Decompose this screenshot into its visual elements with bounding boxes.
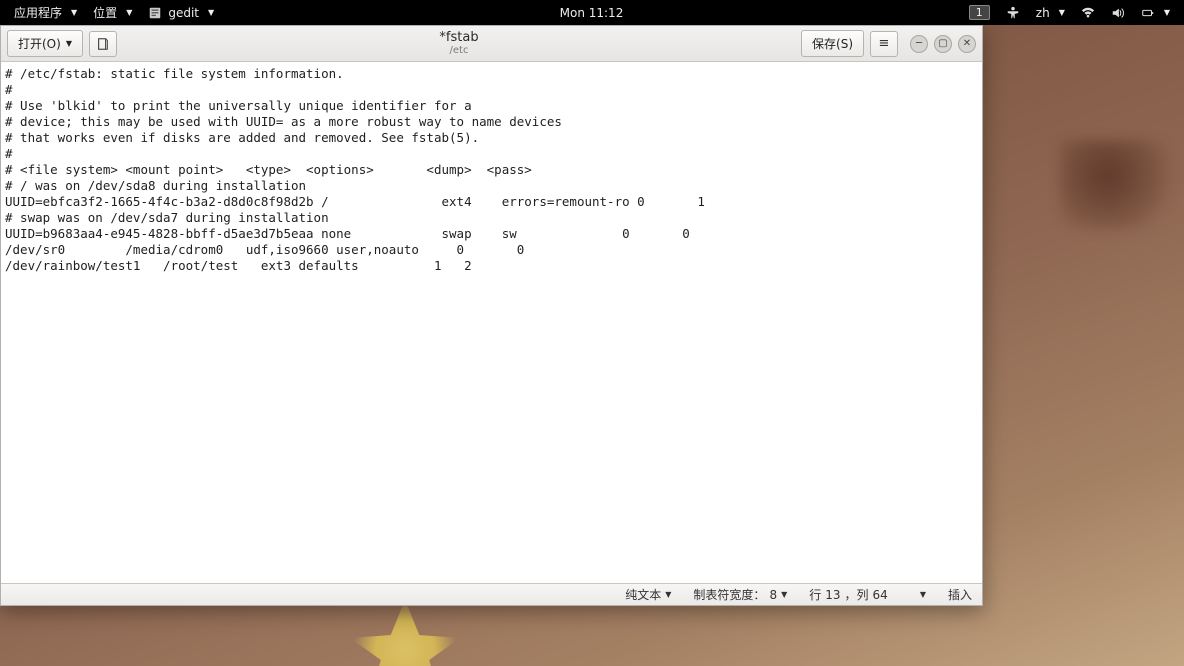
new-document-icon <box>96 37 110 51</box>
applications-label: 应用程序 <box>14 4 62 21</box>
open-button[interactable]: 打开(O) ▼ <box>7 30 83 57</box>
close-button[interactable]: ✕ <box>958 35 976 53</box>
active-app-menu[interactable]: gedit ▼ <box>140 6 222 20</box>
speaker-icon <box>1111 6 1125 20</box>
gedit-app-icon <box>148 6 162 20</box>
window-title: *fstab /etc <box>123 31 795 56</box>
document-title: *fstab <box>123 31 795 45</box>
minimize-button[interactable]: ─ <box>910 35 928 53</box>
tab-width-value: 8 <box>769 588 777 602</box>
status-bar: 纯文本 ▼ 制表符宽度： 8 ▼ 行 13 ，列 64 ▼ 插入 <box>1 583 982 605</box>
places-label: 位置 <box>93 4 117 21</box>
clock-text: Mon 11:12 <box>560 6 624 20</box>
a11y-icon <box>1006 6 1020 20</box>
gnome-top-bar: 应用程序 ▼ 位置 ▼ gedit ▼ Mon 11:12 1 zh ▼ ▼ <box>0 0 1184 25</box>
chevron-down-icon: ▼ <box>920 590 926 599</box>
chevron-down-icon: ▼ <box>208 8 214 17</box>
syntax-mode-selector[interactable]: 纯文本 ▼ <box>625 586 671 603</box>
insert-mode[interactable]: 插入 <box>948 586 972 603</box>
close-icon: ✕ <box>963 38 971 49</box>
input-method-label: zh <box>1036 6 1050 20</box>
cursor-position[interactable]: 行 13 ，列 64 ▼ <box>809 586 926 603</box>
network-icon[interactable] <box>1073 6 1103 20</box>
chevron-down-icon: ▼ <box>1059 8 1065 17</box>
line-number: 13 <box>825 588 840 602</box>
wifi-icon <box>1081 6 1095 20</box>
workspace-number: 1 <box>969 5 990 20</box>
battery-outline-icon <box>1141 6 1155 20</box>
hamburger-icon: ≡ <box>879 36 890 51</box>
document-path: /etc <box>123 45 795 56</box>
save-label: 保存(S) <box>812 35 853 52</box>
tab-width-selector[interactable]: 制表符宽度： 8 ▼ <box>693 586 787 603</box>
battery-icon[interactable]: ▼ <box>1133 6 1178 20</box>
accessibility-icon[interactable] <box>998 6 1028 20</box>
tab-width-label: 制表符宽度： <box>693 586 765 603</box>
syntax-mode-label: 纯文本 <box>625 586 661 603</box>
maximize-button[interactable]: ▢ <box>934 35 952 53</box>
open-label: 打开(O) <box>18 35 61 52</box>
chevron-down-icon: ▼ <box>665 590 671 599</box>
places-menu[interactable]: 位置 ▼ <box>85 4 140 21</box>
hamburger-menu-button[interactable]: ≡ <box>870 31 898 57</box>
clock[interactable]: Mon 11:12 <box>552 6 632 20</box>
input-method-menu[interactable]: zh ▼ <box>1028 6 1073 20</box>
volume-icon[interactable] <box>1103 6 1133 20</box>
chevron-down-icon: ▼ <box>1164 8 1170 17</box>
active-app-label: gedit <box>168 6 199 20</box>
gedit-headerbar: 打开(O) ▼ *fstab /etc 保存(S) ≡ ─ ▢ ✕ <box>1 26 982 62</box>
maximize-icon: ▢ <box>938 38 947 49</box>
chevron-down-icon: ▼ <box>126 8 132 17</box>
gedit-window: 打开(O) ▼ *fstab /etc 保存(S) ≡ ─ ▢ ✕ # /etc… <box>0 25 983 606</box>
chevron-down-icon: ▼ <box>781 590 787 599</box>
line-prefix: 行 <box>809 586 821 603</box>
window-controls: ─ ▢ ✕ <box>910 35 976 53</box>
minimize-icon: ─ <box>916 38 922 49</box>
col-number: 64 <box>873 588 888 602</box>
new-tab-button[interactable] <box>89 31 117 57</box>
save-button[interactable]: 保存(S) <box>801 30 864 57</box>
workspace-indicator[interactable]: 1 <box>961 5 998 20</box>
chevron-down-icon: ▼ <box>71 8 77 17</box>
col-prefix: ，列 <box>845 586 869 603</box>
chevron-down-icon: ▼ <box>66 39 72 48</box>
applications-menu[interactable]: 应用程序 ▼ <box>6 4 85 21</box>
editor-text-area[interactable]: # /etc/fstab: static file system informa… <box>1 62 982 583</box>
